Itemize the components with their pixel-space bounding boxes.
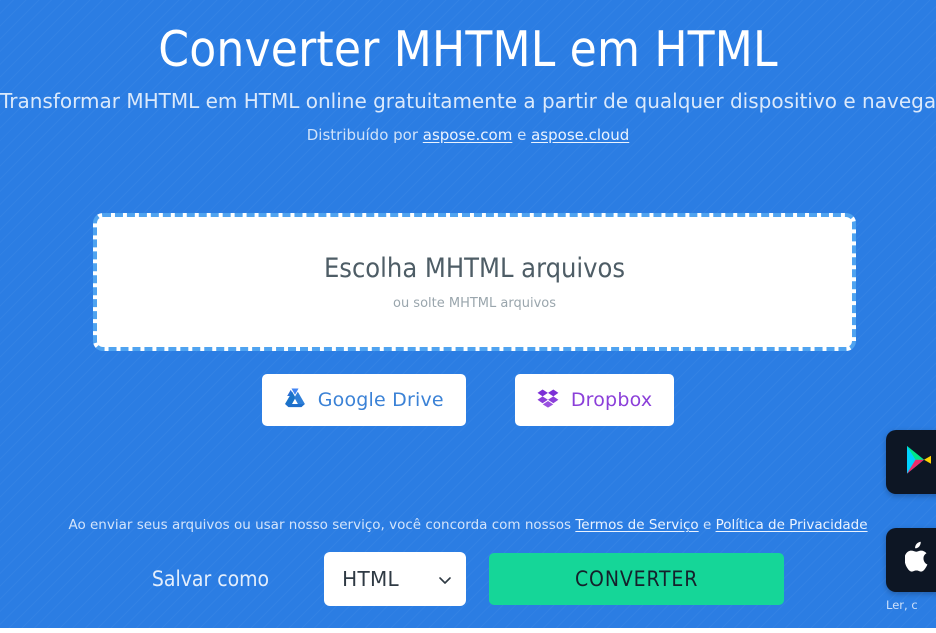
terms-of-service-link[interactable]: Termos de Serviço: [575, 517, 698, 533]
bottom-strip: [0, 628, 936, 633]
terms-notice: Ao enviar seus arquivos ou usar nosso se…: [0, 515, 936, 535]
apple-icon: [904, 541, 933, 579]
google-drive-icon: [284, 388, 306, 412]
terms-text: Ao enviar seus arquivos ou usar nosso se…: [68, 517, 576, 533]
page-title: Converter MHTML em HTML: [158, 21, 778, 78]
google-drive-button-label: Google Drive: [317, 389, 444, 411]
page-subtitle: Transformar MHTML em HTML online gratuit…: [0, 89, 936, 113]
convert-button[interactable]: CONVERTER: [489, 553, 785, 605]
google-play-icon: [904, 444, 934, 480]
app-badges-caption: Ler, c: [886, 598, 918, 612]
google-drive-button[interactable]: Google Drive: [261, 374, 466, 426]
aspose-com-link[interactable]: aspose.com: [423, 126, 513, 144]
credit-prefix: Distribuído por: [306, 126, 423, 144]
credit-line: Distribuído por aspose.com e aspose.clou…: [0, 125, 936, 145]
output-format-value: HTML: [342, 567, 399, 591]
file-dropzone[interactable]: Escolha MHTML arquivos ou solte MHTML ar…: [93, 213, 856, 351]
dropbox-button-label: Dropbox: [570, 389, 653, 411]
terms-separator: e: [698, 517, 716, 533]
chevron-down-icon: [438, 572, 452, 586]
dropzone-subtitle: ou solte MHTML arquivos: [392, 295, 557, 311]
privacy-policy-link[interactable]: Política de Privacidade: [716, 517, 868, 533]
credit-separator: e: [512, 126, 532, 144]
google-play-badge[interactable]: [886, 430, 936, 494]
hero-section: Converter MHTML em HTML Transformar MHTM…: [0, 0, 936, 145]
output-format-select[interactable]: HTML: [324, 552, 467, 606]
apple-app-store-badge[interactable]: [886, 528, 936, 592]
save-as-label: Salvar como: [151, 567, 270, 591]
dropbox-button[interactable]: Dropbox: [514, 374, 675, 426]
app-page: Converter MHTML em HTML Transformar MHTM…: [0, 0, 936, 633]
cloud-import-row: Google Drive Dropbox: [0, 374, 936, 426]
aspose-cloud-link[interactable]: aspose.cloud: [531, 126, 629, 144]
action-row: Salvar como HTML CONVERTER: [0, 552, 936, 606]
dropzone-title: Escolha MHTML arquivos: [323, 252, 626, 284]
app-badges: Ler, c: [886, 430, 936, 612]
dropbox-icon: [537, 388, 559, 412]
